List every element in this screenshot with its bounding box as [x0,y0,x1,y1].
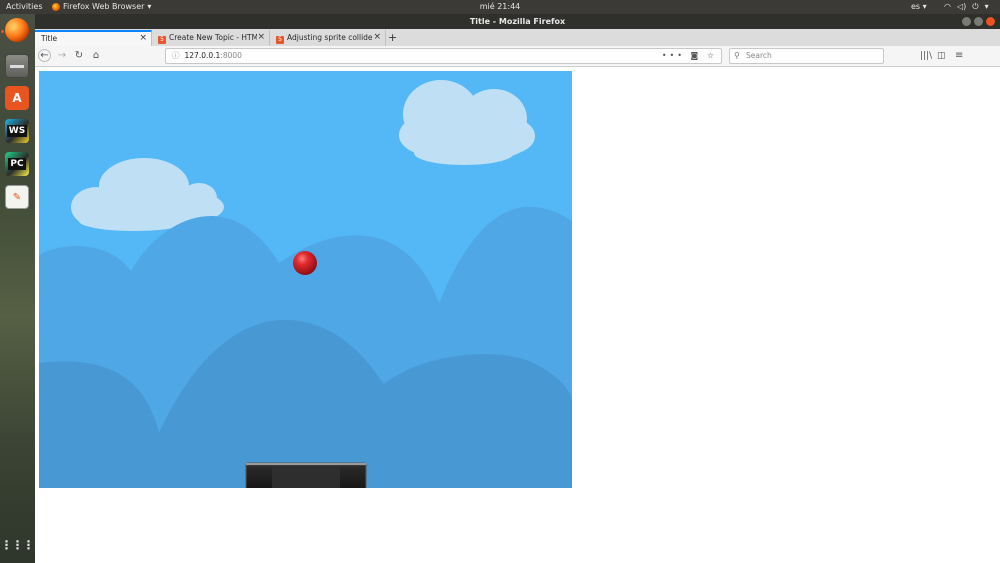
close-tab-icon[interactable]: × [373,30,381,45]
game-scene [39,71,572,488]
show-applications-icon[interactable]: ⋮⋮⋮ [1,533,35,557]
arrow-left-icon: ← [40,50,49,61]
tab-adjusting-sprite-collider[interactable]: 5 Adjusting sprite collider × [270,30,386,46]
language-indicator[interactable]: es ▾ [911,0,927,14]
library-icon[interactable]: |||\ [920,49,932,63]
forward-button[interactable]: → [55,49,69,63]
close-tab-icon[interactable]: × [139,32,147,45]
webstorm-icon[interactable]: WS [5,119,29,143]
tab-label: Create New Topic - HTML [169,33,257,42]
wifi-icon: ◠ [944,2,951,11]
desktop: Activities Firefox Web Browser ▾ mié 21:… [0,0,1000,563]
pocket-icon[interactable]: ◙ [691,51,702,60]
sidebar-icon[interactable]: ◫ [937,49,946,63]
url-port: :8000 [220,51,242,60]
close-icon[interactable] [986,17,995,26]
minimize-icon[interactable] [962,17,971,26]
power-icon: ⏻ [972,2,979,11]
arrow-right-icon: → [57,50,67,61]
url-host: 127.0.0.1 [184,51,221,60]
chevron-down-icon: ▾ [984,2,989,11]
system-top-bar: Activities Firefox Web Browser ▾ mié 21:… [0,0,1000,14]
search-icon: ⚲ [734,51,740,60]
pycharm-icon[interactable]: PC [5,152,29,176]
tab-create-new-topic[interactable]: 5 Create New Topic - HTML × [152,30,270,46]
home-button[interactable]: ⌂ [89,49,103,63]
bookmark-star-icon[interactable]: ☆ [707,51,717,60]
pycharm-label: PC [8,158,26,170]
close-tab-icon[interactable]: × [257,30,265,45]
launcher-dock: A WS PC ✎ ⋮⋮⋮ [0,14,35,563]
window-titlebar[interactable]: Title - Mozilla Firefox [35,14,1000,29]
webstorm-label: WS [6,125,28,137]
software-center-icon[interactable]: A [5,86,29,110]
language-label: es [911,2,921,11]
page-actions-icon[interactable]: ••• [662,51,685,60]
site-info-icon[interactable]: ⓘ [172,51,180,60]
firefox-icon[interactable] [5,18,29,42]
search-input[interactable]: ⚲ Search [729,48,884,64]
new-tab-button[interactable]: + [388,29,397,46]
volume-icon: ◁) [956,2,967,11]
tab-strip: Title × 5 Create New Topic - HTML × 5 Adju… [35,29,1000,46]
tab-title[interactable]: Title × [35,30,152,46]
tab-label: Adjusting sprite collider [287,33,373,42]
reload-icon: ↻ [74,50,84,61]
paddle [245,462,367,488]
back-button[interactable]: ← [38,49,51,62]
html5-icon: 5 [276,36,284,44]
clock[interactable]: mié 21:44 [0,0,1000,14]
text-editor-icon[interactable]: ✎ [5,185,29,209]
hamburger-menu-icon[interactable]: ≡ [955,49,963,63]
running-indicator [1,30,4,33]
files-icon[interactable] [5,54,29,78]
reload-button[interactable]: ↻ [72,49,86,63]
search-placeholder: Search [746,51,772,60]
window-title: Title - Mozilla Firefox [469,17,566,26]
maximize-icon[interactable] [974,17,983,26]
tab-label: Title [41,34,58,43]
navigation-toolbar: ← → ↻ ⌂ ⓘ 127.0.0.1:8000 ••• ◙ ☆ ⚲ Search… [35,46,1000,67]
home-icon: ⌂ [92,50,100,61]
system-tray[interactable]: ◠ ◁) ⏻ ▾ [944,0,989,14]
game-canvas[interactable] [39,71,572,488]
html5-icon: 5 [158,36,166,44]
ball [293,251,317,275]
url-bar[interactable]: ⓘ 127.0.0.1:8000 ••• ◙ ☆ [165,48,722,64]
page-content [35,67,1000,563]
